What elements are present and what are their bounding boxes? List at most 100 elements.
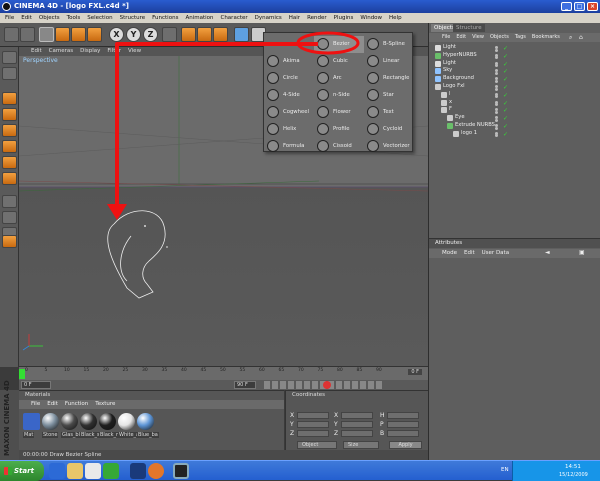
objects-menu-objects[interactable]: Objects <box>490 33 509 42</box>
photoshop-icon[interactable] <box>130 463 146 479</box>
render-picture-viewer-icon[interactable] <box>197 27 212 42</box>
objects-menu-bookmarks[interactable]: Bookmarks <box>532 33 560 42</box>
close-button[interactable]: × <box>587 2 598 11</box>
coord-mode-select[interactable]: Object <box>297 441 337 449</box>
spline-menu-item-arc[interactable]: Arc <box>314 70 364 87</box>
attributes-menu-user-data[interactable]: User Data <box>482 249 509 258</box>
record-icon[interactable] <box>323 381 331 389</box>
objects-menu-edit[interactable]: Edit <box>456 33 466 42</box>
menu-file[interactable]: File <box>5 13 14 23</box>
clock-time[interactable]: 14:51 <box>565 464 581 470</box>
object-tree-row[interactable]: HyperNURBS ✓ <box>429 52 600 60</box>
start-frame-field[interactable]: 0 F <box>21 381 51 389</box>
render-view-icon[interactable] <box>181 27 196 42</box>
viewport-menu-view[interactable]: View <box>128 47 141 56</box>
redo-icon[interactable] <box>20 27 35 42</box>
app-icon[interactable] <box>103 463 119 479</box>
menu-plugins[interactable]: Plugins <box>334 13 354 23</box>
soft-selection-icon[interactable] <box>2 235 17 248</box>
workplane-icon[interactable] <box>2 211 17 224</box>
spline-menu-item-star[interactable]: Star <box>364 87 414 104</box>
object-tree-row[interactable]: Background ✓ <box>429 75 600 83</box>
position-y-field[interactable] <box>297 421 329 428</box>
search-icon[interactable]: ⌕ <box>569 34 572 42</box>
x-axis-lock-button[interactable]: X <box>109 27 124 42</box>
language-indicator[interactable]: EN <box>501 467 509 473</box>
live-selection-icon[interactable] <box>39 27 54 42</box>
menu-render[interactable]: Render <box>307 13 327 23</box>
object-tree-row[interactable]: l ✓ <box>429 91 600 99</box>
rotation-b-field[interactable] <box>387 430 419 437</box>
menu-character[interactable]: Character <box>220 13 247 23</box>
texture-mode-icon[interactable] <box>2 140 17 153</box>
media-player-icon[interactable] <box>85 463 101 479</box>
render-visibility-dot[interactable] <box>495 134 498 138</box>
object-tree-row[interactable]: Sky ✓ <box>429 67 600 75</box>
maximize-button[interactable]: □ <box>574 2 585 11</box>
rotation-h-field[interactable] <box>387 412 419 419</box>
object-tree-row[interactable]: Light ✓ <box>429 60 600 68</box>
timeline[interactable]: 0 5 10 15 20 25 30 35 40 45 50 55 60 65 70 75 80 85 90 0 F <box>19 366 428 380</box>
spline-menu-item-circle[interactable]: Circle <box>264 70 314 87</box>
object-tree-row[interactable]: F ✓ <box>429 106 600 114</box>
cube-primitive-icon[interactable] <box>234 27 249 42</box>
firefox-icon[interactable] <box>148 463 164 479</box>
spline-menu-item-n-side[interactable]: n-Side <box>314 87 364 104</box>
object-tree-row[interactable]: logo 1 ✓ <box>429 130 600 138</box>
home-icon[interactable]: ⌂ <box>579 34 583 41</box>
size-z-field[interactable] <box>341 430 373 437</box>
menu-edit[interactable]: Edit <box>21 13 32 23</box>
viewport-menu-display[interactable]: Display <box>80 47 100 56</box>
material-swatch[interactable] <box>137 413 154 430</box>
undo-icon[interactable] <box>4 27 19 42</box>
material-swatch[interactable] <box>42 413 59 430</box>
spline-menu-item-flower[interactable]: Flower <box>314 104 364 121</box>
rotation-p-field[interactable] <box>387 421 419 428</box>
snap-icon[interactable] <box>2 195 17 208</box>
tab-structure[interactable]: Structure <box>453 24 485 32</box>
objects-menu-file[interactable]: File <box>442 33 450 42</box>
spline-menu-item-bezier[interactable]: Bezier <box>314 36 364 53</box>
menu-dynamics[interactable]: Dynamics <box>255 13 282 23</box>
material-swatch[interactable] <box>99 413 116 430</box>
spline-menu-item-text[interactable]: Text <box>364 104 414 121</box>
object-tree-row[interactable]: Eye ✓ <box>429 114 600 122</box>
coord-size-select[interactable]: Size <box>343 441 379 449</box>
materials-menu-function[interactable]: Function <box>65 400 88 409</box>
spline-menu-item-helix[interactable]: Helix <box>264 121 314 138</box>
apply-button[interactable]: Apply <box>389 441 422 449</box>
spline-menu-item-rectangle[interactable]: Rectangle <box>364 70 414 87</box>
use-model-tool-icon[interactable] <box>2 51 17 64</box>
menu-selection[interactable]: Selection <box>87 13 112 23</box>
spline-menu-item-formula[interactable]: Formula <box>264 138 314 155</box>
object-tree-row[interactable]: Logo Fxl ✓ <box>429 83 600 91</box>
viewport-menu-filter[interactable]: Filter <box>107 47 121 56</box>
viewport-menu-edit[interactable]: Edit <box>31 47 42 56</box>
animation-mode-icon[interactable] <box>2 172 17 185</box>
spline-menu-item-4-side[interactable]: 4-Side <box>264 87 314 104</box>
attributes-menu-edit[interactable]: Edit <box>464 249 475 258</box>
end-frame-field[interactable]: 90 F <box>234 381 256 389</box>
viewport-menu-cameras[interactable]: Cameras <box>49 47 73 56</box>
object-tree-row[interactable]: Extrude NURBS ✓ <box>429 122 600 130</box>
size-x-field[interactable] <box>341 412 373 419</box>
spline-menu-item-cycloid[interactable]: Cycloid <box>364 121 414 138</box>
y-axis-lock-button[interactable]: Y <box>126 27 141 42</box>
minimize-button[interactable]: _ <box>561 2 572 11</box>
material-swatch[interactable] <box>61 413 78 430</box>
object-tree-row[interactable]: Light ✓ <box>429 44 600 52</box>
materials-menu-file[interactable]: File <box>31 400 40 409</box>
menu-functions[interactable]: Functions <box>152 13 178 23</box>
spline-menu-item-cogwheel[interactable]: Cogwheel <box>264 104 314 121</box>
z-axis-lock-button[interactable]: Z <box>143 27 158 42</box>
menu-objects[interactable]: Objects <box>39 13 60 23</box>
spline-menu-item-cissoid[interactable]: Cissoid <box>314 138 364 155</box>
polygons-mode-icon[interactable] <box>2 124 17 137</box>
size-y-field[interactable] <box>341 421 373 428</box>
scale-icon[interactable] <box>71 27 86 42</box>
menu-hair[interactable]: Hair <box>289 13 300 23</box>
lock-icon[interactable]: ▣ <box>579 249 585 256</box>
menu-help[interactable]: Help <box>389 13 402 23</box>
ie-icon[interactable] <box>49 463 65 479</box>
cinema4d-task-icon[interactable] <box>173 463 189 479</box>
